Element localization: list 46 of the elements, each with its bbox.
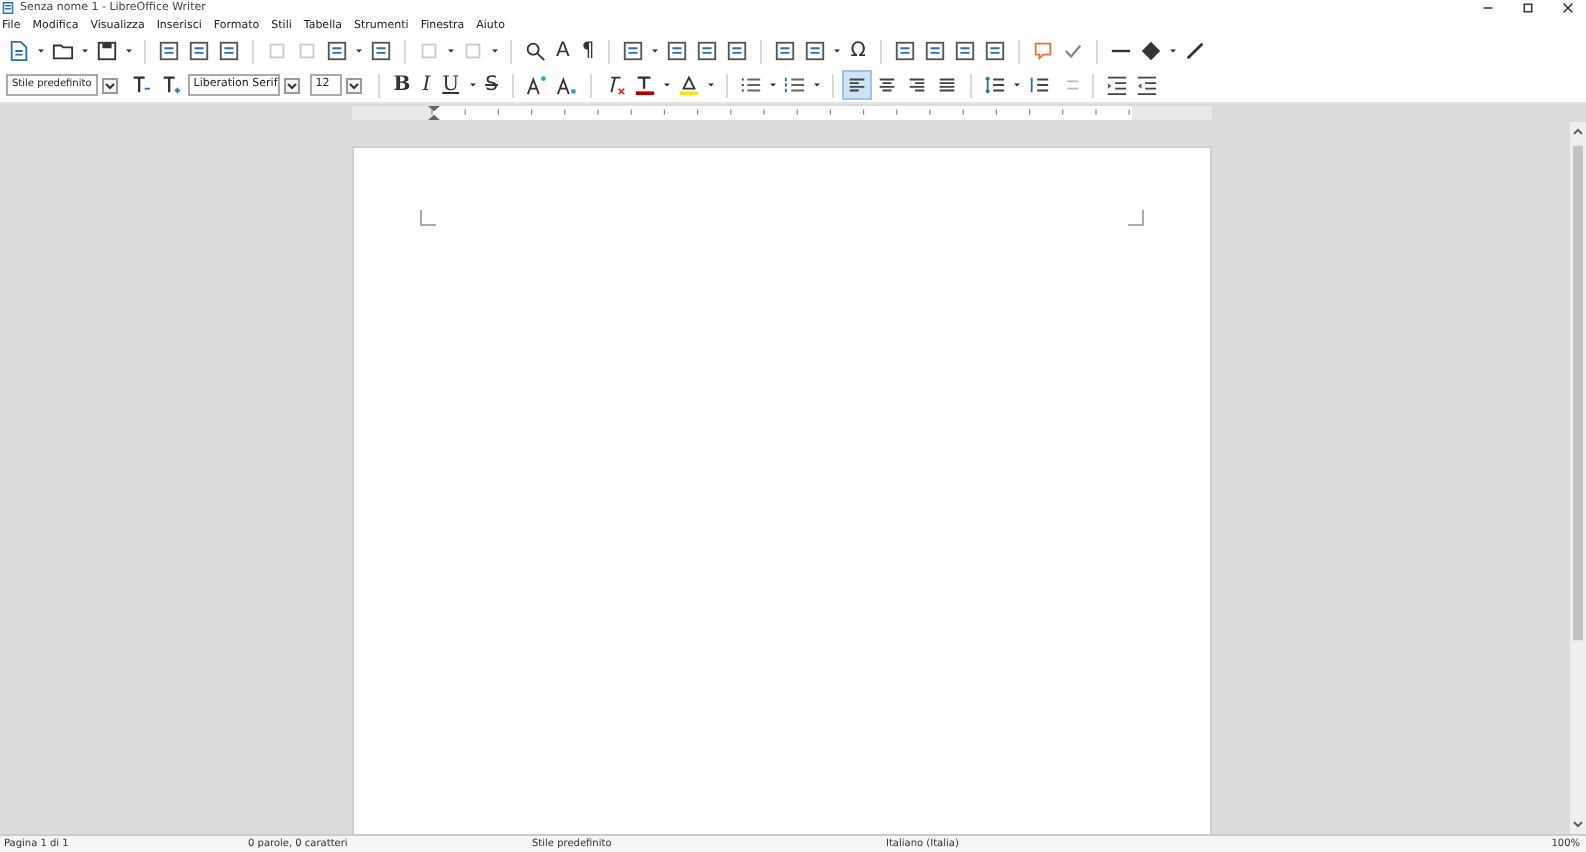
caret-icon[interactable] (492, 48, 498, 54)
superscript-icon[interactable] (523, 72, 550, 98)
dropdown-arrow-icon[interactable] (283, 77, 300, 93)
italic-button[interactable]: I (418, 72, 435, 98)
strikethrough-button[interactable]: S (481, 72, 502, 98)
vertical-scrollbar[interactable] (1570, 122, 1586, 834)
decrease-indent-icon[interactable] (1133, 72, 1160, 98)
caret-icon[interactable] (652, 48, 659, 54)
caret-icon[interactable] (356, 48, 362, 54)
caret-icon[interactable] (82, 48, 88, 54)
caret-icon[interactable] (769, 82, 776, 88)
close-icon[interactable] (1562, 2, 1574, 14)
caret-icon[interactable] (1169, 48, 1176, 54)
caret-icon[interactable] (707, 82, 714, 88)
caret-icon[interactable] (126, 48, 132, 54)
toolbar-button[interactable]: Ω (846, 38, 870, 64)
numbered-list-icon[interactable] (781, 72, 808, 98)
new-document-icon[interactable] (6, 38, 32, 64)
font-color-icon[interactable] (631, 72, 658, 98)
caret-icon[interactable] (469, 82, 476, 88)
increase-indent-icon[interactable] (1103, 72, 1130, 98)
line-spacing-icon[interactable] (981, 72, 1008, 98)
margin-corner-icon (420, 210, 436, 226)
margin-corner-icon (1128, 210, 1144, 226)
search-icon[interactable] (522, 38, 548, 64)
save-icon[interactable] (94, 38, 120, 64)
caret-icon[interactable] (38, 48, 44, 54)
highlighter-icon[interactable] (675, 72, 702, 98)
dropdown-arrow-icon[interactable] (101, 77, 118, 93)
toolbar-button[interactable]: ¶ (577, 38, 599, 64)
caret-icon[interactable] (448, 48, 454, 54)
maximize-icon[interactable] (1522, 2, 1534, 14)
increase-spacing-icon[interactable] (1025, 72, 1052, 98)
pen-icon[interactable] (1181, 38, 1208, 64)
dropdown-arrow-icon[interactable] (345, 77, 362, 93)
bold-button[interactable]: B (389, 72, 415, 98)
align-left-icon[interactable] (843, 72, 870, 98)
minimize-icon[interactable] (1482, 2, 1494, 14)
underline-button[interactable]: U (438, 72, 464, 98)
caret-icon[interactable] (813, 82, 820, 88)
caret-icon[interactable] (834, 48, 841, 54)
caret-icon[interactable] (1013, 82, 1020, 88)
caret-icon[interactable] (663, 82, 670, 88)
toolbar-button[interactable]: A (552, 38, 574, 64)
subscript-icon[interactable] (553, 72, 580, 98)
shape-icon[interactable] (1137, 38, 1164, 64)
